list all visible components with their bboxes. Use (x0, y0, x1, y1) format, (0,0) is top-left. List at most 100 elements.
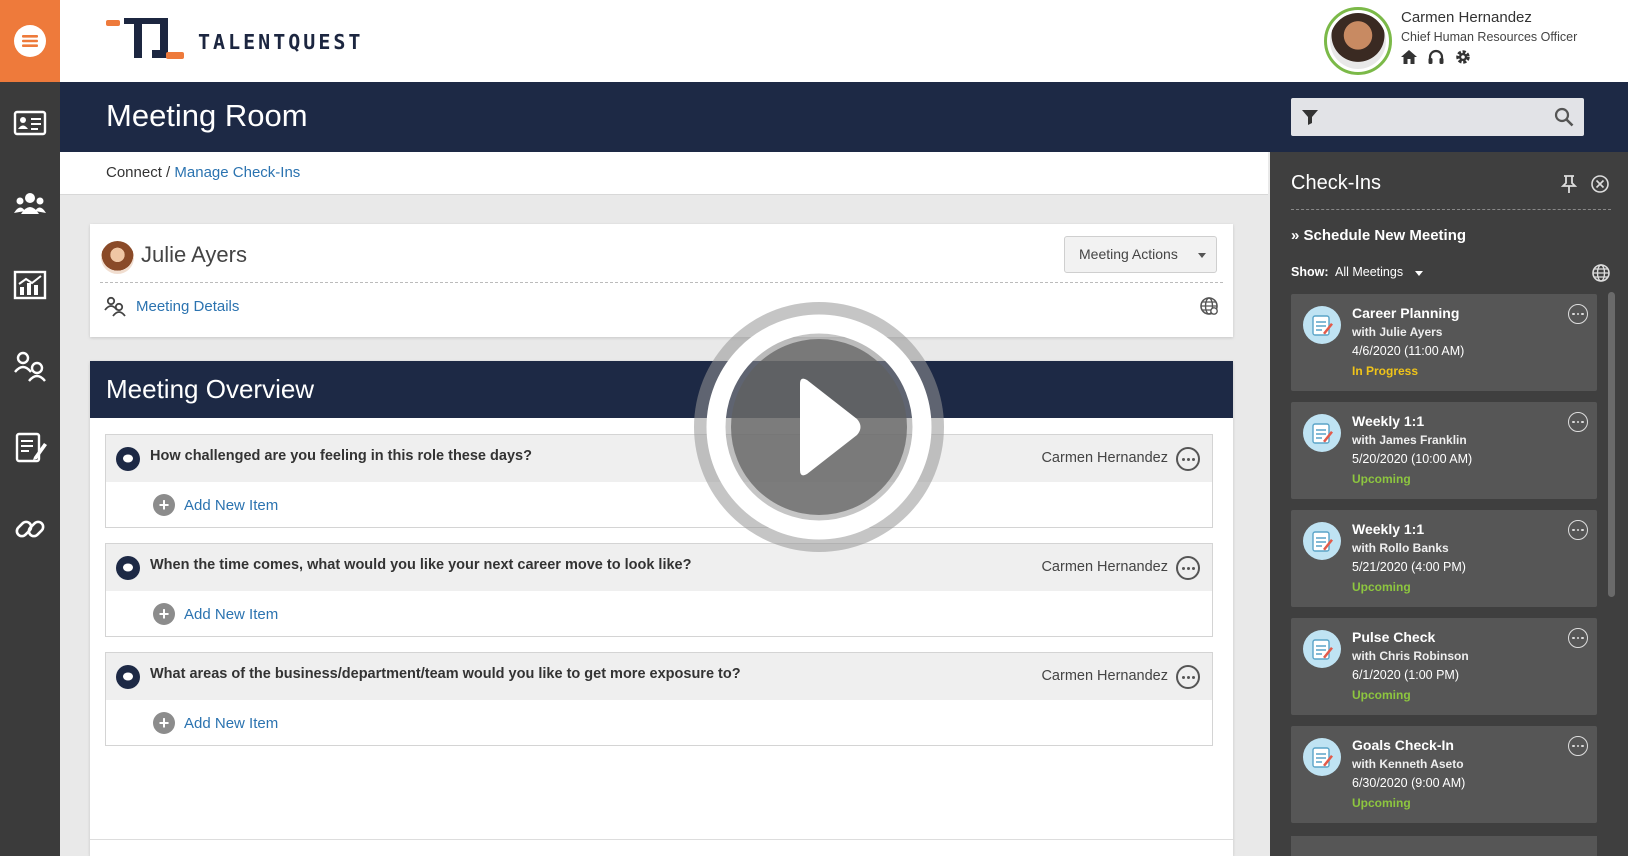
more-options-icon[interactable] (1176, 556, 1200, 580)
card-divider (100, 282, 1223, 283)
question-text: What areas of the business/department/te… (150, 666, 741, 682)
meeting-title: Goals Check-In (1352, 737, 1454, 753)
more-options-icon[interactable] (1568, 736, 1588, 756)
breadcrumb-current[interactable]: Manage Check-Ins (174, 164, 300, 181)
add-new-item-label: Add New Item (184, 496, 279, 514)
rail-item-analytics[interactable] (0, 244, 60, 325)
meeting-list-item[interactable]: Weekly 1:1 with Rollo Banks 5/21/2020 (4… (1291, 510, 1597, 607)
caret-down-icon (1198, 253, 1206, 258)
meeting-date: 6/1/2020 (1:00 PM) (1352, 668, 1460, 682)
rail-item-profile[interactable] (0, 82, 60, 163)
rail-item-team[interactable] (0, 163, 60, 244)
meeting-attendee: with James Franklin (1352, 433, 1467, 447)
meeting-attendee: with Kenneth Aseto (1352, 757, 1464, 771)
profile-card-icon (13, 110, 47, 135)
gear-icon[interactable] (1454, 48, 1472, 66)
globe-settings-icon[interactable] (1591, 263, 1611, 288)
meeting-title: Weekly 1:1 (1352, 413, 1425, 429)
filter-icon[interactable] (1301, 108, 1319, 131)
meeting-attendee: with Rollo Banks (1352, 541, 1449, 555)
question-row[interactable]: What areas of the business/department/te… (106, 653, 1212, 700)
question-text: When the time comes, what would you like… (150, 557, 692, 573)
meeting-people-icon (104, 296, 126, 317)
search-box[interactable] (1291, 98, 1584, 136)
add-new-item-label: Add New Item (184, 714, 279, 732)
panel-title: Check-Ins (1291, 172, 1382, 194)
meeting-date: 6/30/2020 (9:00 AM) (1352, 776, 1466, 790)
more-options-icon[interactable] (1568, 628, 1588, 648)
rail-item-notes[interactable] (0, 406, 60, 487)
search-icon[interactable] (1554, 107, 1574, 132)
talentquest-logo-icon (106, 18, 184, 59)
analytics-icon (13, 270, 47, 299)
meeting-list-item[interactable]: Pulse Check with Chris Robinson 6/1/2020… (1291, 618, 1597, 715)
comment-bubble-icon (116, 556, 140, 580)
more-options-icon[interactable] (1176, 447, 1200, 471)
brand-logo[interactable]: TALENTQUEST (106, 18, 363, 62)
meeting-list-item[interactable]: Weekly 1:1 with James Franklin 5/20/2020… (1291, 402, 1597, 499)
meeting-details-label: Meeting Details (136, 297, 240, 315)
more-options-icon[interactable] (1568, 520, 1588, 540)
meeting-list-item[interactable]: Goals Check-In with Kenneth Aseto 6/30/2… (1291, 726, 1597, 823)
notes-icon (15, 432, 47, 462)
video-play-icon[interactable] (694, 302, 944, 552)
breadcrumb-root[interactable]: Connect (106, 164, 162, 181)
user-avatar[interactable] (1324, 7, 1392, 75)
close-icon[interactable] (1590, 174, 1610, 199)
meeting-title: Career Planning (1352, 305, 1460, 321)
rail-item-links[interactable] (0, 487, 60, 568)
panel-scrollbar[interactable] (1608, 292, 1615, 597)
meeting-attendee: with Julie Ayers (1352, 325, 1443, 339)
comment-bubble-icon (116, 447, 140, 471)
panel-divider (1291, 209, 1611, 210)
meeting-status: Upcoming (1352, 580, 1411, 594)
meeting-status: In Progress (1352, 364, 1419, 378)
meeting-details-link[interactable]: Meeting Details (104, 295, 239, 317)
add-new-item-button[interactable]: + Add New Item (153, 603, 278, 625)
add-new-item-button[interactable]: + Add New Item (153, 494, 278, 516)
more-options-icon[interactable] (1568, 304, 1588, 324)
show-filter-select[interactable]: All Meetings (1335, 265, 1403, 279)
notepad-icon (1303, 738, 1341, 776)
question-row[interactable]: When the time comes, what would you like… (106, 544, 1212, 591)
left-rail (0, 0, 60, 856)
search-input[interactable] (1325, 98, 1545, 136)
question-owner: Carmen Hernandez (1041, 559, 1168, 575)
home-icon[interactable] (1400, 48, 1418, 66)
overview-footer-divider (90, 839, 1233, 840)
plus-circle-icon: + (153, 603, 175, 625)
menu-button[interactable] (0, 0, 60, 82)
globe-settings-icon[interactable] (1199, 296, 1219, 321)
more-options-icon[interactable] (1568, 412, 1588, 432)
brand-name: TALENTQUEST (198, 30, 364, 54)
pin-icon[interactable] (1560, 174, 1578, 199)
rail-item-connect[interactable] (0, 325, 60, 406)
meeting-header-card: Julie Ayers Meeting Actions Meeting Deta… (90, 224, 1233, 337)
overview-title: Meeting Overview (90, 361, 1233, 418)
user-quick-links (1400, 48, 1472, 66)
team-icon (14, 192, 46, 214)
show-filter-label: Show: (1291, 265, 1329, 279)
breadcrumb-separator: / (161, 164, 175, 181)
meeting-date: 5/20/2020 (10:00 AM) (1352, 452, 1473, 466)
question-owner: Carmen Hernandez (1041, 668, 1168, 684)
meeting-date: 5/21/2020 (4:00 PM) (1352, 560, 1466, 574)
meeting-overview: Meeting Overview How challenged are you … (90, 361, 1233, 856)
notepad-icon (1303, 414, 1341, 452)
meeting-title: Weekly 1:1 (1352, 521, 1425, 537)
user-name: Carmen Hernandez (1401, 9, 1532, 26)
more-options-icon[interactable] (1176, 665, 1200, 689)
meeting-attendee: with Chris Robinson (1352, 649, 1469, 663)
question-row[interactable]: How challenged are you feeling in this r… (106, 435, 1212, 482)
notepad-icon (1303, 306, 1341, 344)
add-new-item-button[interactable]: + Add New Item (153, 712, 278, 734)
meeting-list-item-partial[interactable] (1291, 836, 1597, 856)
plus-circle-icon: + (153, 494, 175, 516)
headset-icon[interactable] (1427, 48, 1445, 66)
menu-icon (14, 25, 46, 57)
attendee-name: Julie Ayers (141, 242, 247, 267)
schedule-new-meeting-link[interactable]: » Schedule New Meeting (1291, 227, 1466, 244)
meeting-list-item[interactable]: Career Planning with Julie Ayers 4/6/202… (1291, 294, 1597, 391)
caret-down-icon[interactable] (1415, 271, 1423, 276)
meeting-actions-button[interactable]: Meeting Actions (1064, 236, 1217, 273)
